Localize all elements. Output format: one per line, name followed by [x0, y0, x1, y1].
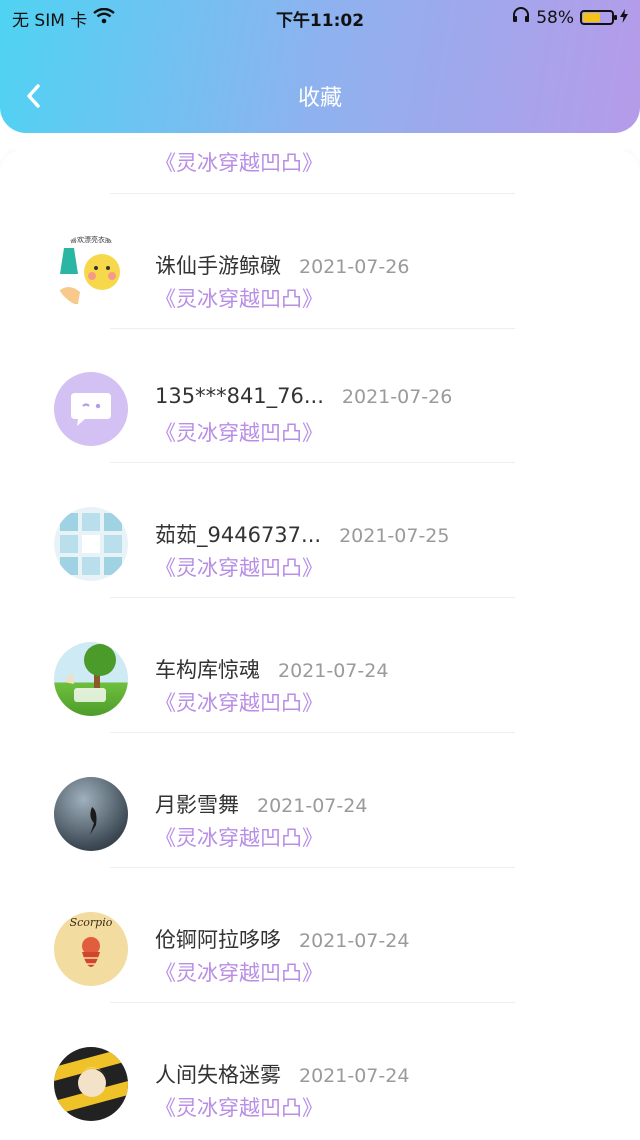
chat-bubble-icon: [71, 393, 111, 426]
favorite-date: 2021-07-26: [341, 386, 453, 408]
list-item[interactable]: 人间失格迷雾 2021-07-24 《灵冰穿越凹凸》: [0, 1003, 640, 1138]
user-avatar[interactable]: [54, 372, 128, 446]
battery-percent: 58%: [536, 7, 574, 28]
user-name: 车构库惊魂: [155, 658, 260, 682]
favorite-date: 2021-07-24: [299, 930, 410, 952]
favorite-date: 2021-07-24: [299, 1065, 410, 1087]
list-item[interactable]: Scorpio 伧锕阿拉哆哆 2021-07-24 《灵冰穿越凹凸》: [0, 868, 640, 1003]
book-title-link[interactable]: 《灵冰穿越凹凸》: [155, 687, 323, 717]
user-avatar[interactable]: Scorpio: [54, 912, 128, 986]
list-item[interactable]: 135***841_76... 2021-07-26 《灵冰穿越凹凸》: [0, 328, 640, 463]
user-avatar[interactable]: [54, 507, 128, 581]
header-bar: 无 SIM 卡 下午11:02 58% 收藏: [0, 0, 640, 133]
avatar-caption: 喜欢漂亮衣服: [70, 235, 112, 244]
favorites-list[interactable]: 《灵冰穿越凹凸》 喜欢漂亮衣服 诛仙手游鲸礅 2021-07-26 《灵冰穿越凹…: [0, 150, 640, 1140]
list-item[interactable]: 茹茹_9446737... 2021-07-25 《灵冰穿越凹凸》: [0, 463, 640, 598]
list-item[interactable]: 月影雪舞 2021-07-24 《灵冰穿越凹凸》: [0, 733, 640, 868]
list-item[interactable]: 喜欢漂亮衣服 诛仙手游鲸礅 2021-07-26 《灵冰穿越凹凸》: [0, 194, 640, 329]
user-avatar[interactable]: [54, 642, 128, 716]
headphones-icon: [512, 6, 530, 29]
user-name: 伧锕阿拉哆哆: [155, 928, 281, 952]
book-title-link[interactable]: 《灵冰穿越凹凸》: [155, 957, 323, 987]
user-name: 135***841_76...: [155, 384, 324, 408]
user-avatar[interactable]: [54, 777, 128, 851]
favorite-date: 2021-07-26: [299, 256, 410, 278]
charging-icon: [620, 8, 628, 28]
favorite-date: 2021-07-24: [278, 660, 389, 682]
book-title-link[interactable]: 《灵冰穿越凹凸》: [155, 822, 323, 852]
user-name: 月影雪舞: [155, 793, 239, 817]
user-avatar[interactable]: 喜欢漂亮衣服: [54, 234, 128, 308]
book-title-link[interactable]: 《灵冰穿越凹凸》: [155, 283, 323, 313]
user-name: 茹茹_9446737...: [155, 523, 322, 547]
favorite-date: 2021-07-25: [339, 525, 450, 547]
book-title-link[interactable]: 《灵冰穿越凹凸》: [155, 552, 323, 582]
book-title-link[interactable]: 《灵冰穿越凹凸》: [155, 150, 323, 177]
book-title-link[interactable]: 《灵冰穿越凹凸》: [155, 417, 323, 447]
user-avatar[interactable]: [54, 1047, 128, 1121]
avatar-caption: Scorpio: [70, 916, 113, 929]
favorite-date: 2021-07-24: [257, 795, 368, 817]
book-title-link[interactable]: 《灵冰穿越凹凸》: [155, 1092, 323, 1122]
status-bar: 无 SIM 卡 下午11:02 58%: [0, 0, 640, 34]
list-item[interactable]: 《灵冰穿越凹凸》: [0, 150, 640, 175]
list-item[interactable]: 车构库惊魂 2021-07-24 《灵冰穿越凹凸》: [0, 598, 640, 733]
page-title: 收藏: [297, 86, 342, 111]
user-name: 诛仙手游鲸礅: [155, 254, 281, 278]
user-name: 人间失格迷雾: [155, 1063, 281, 1087]
battery-icon: [580, 10, 617, 25]
